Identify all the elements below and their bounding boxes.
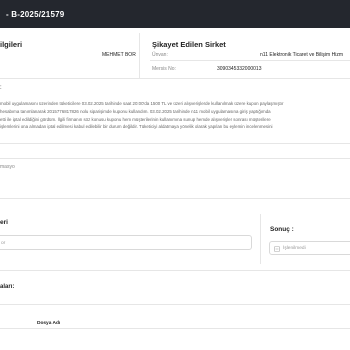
divider — [0, 328, 350, 329]
company-title: Şikayet Edilen Sirket — [152, 40, 226, 49]
divider — [0, 270, 350, 271]
complaint-number-title: - B-2025/21579 — [6, 10, 65, 19]
divider — [0, 158, 350, 159]
description-line: hesabıma tanımlanarak 2015776817826 nolu… — [0, 108, 271, 114]
description-line: işlemlerini ona almadan iptal edilmesi k… — [0, 124, 273, 130]
divider — [0, 78, 350, 79]
customer-info-title: ilgileri — [0, 40, 23, 49]
top-bar: - B-2025/21579 — [0, 0, 350, 28]
description-label: : — [0, 85, 2, 91]
description-line: etti ile iptal edildiğini gördüm. İlgili… — [0, 116, 271, 122]
result-value: İşlenilmedi — [283, 246, 306, 251]
customer-name: MEHMET BOR — [102, 52, 136, 58]
divider — [0, 143, 350, 144]
description-line: mobil uygulamasını üzerinden tüketiciler… — [0, 101, 284, 106]
result-select[interactable]: İşlenilmedi — [269, 241, 350, 255]
notes-title: eri — [0, 219, 8, 226]
complaint-description: mobil uygulamasını üzerinden tüketiciler… — [0, 100, 350, 131]
divider — [0, 198, 350, 199]
status-icon — [274, 246, 280, 252]
divider — [150, 60, 350, 61]
notes-input[interactable]: or — [0, 235, 252, 250]
result-title: Sonuç : — [270, 226, 294, 233]
company-title-value: n11 Elektronik Ticaret ve Bilişim Hizm — [260, 52, 343, 58]
mersis-value: 3090345332000013 — [217, 66, 262, 72]
notes-placeholder: or — [1, 241, 6, 246]
secondary-label: masyo — [0, 164, 15, 170]
section-divider — [139, 33, 140, 78]
file-name-header: Dosya Adı — [37, 321, 61, 326]
mersis-label: Mersis No: — [152, 66, 176, 72]
company-title-label: Ünvan: — [152, 52, 168, 58]
attachments-title: aları: — [0, 284, 15, 290]
section-divider — [260, 214, 261, 264]
divider — [0, 304, 350, 305]
